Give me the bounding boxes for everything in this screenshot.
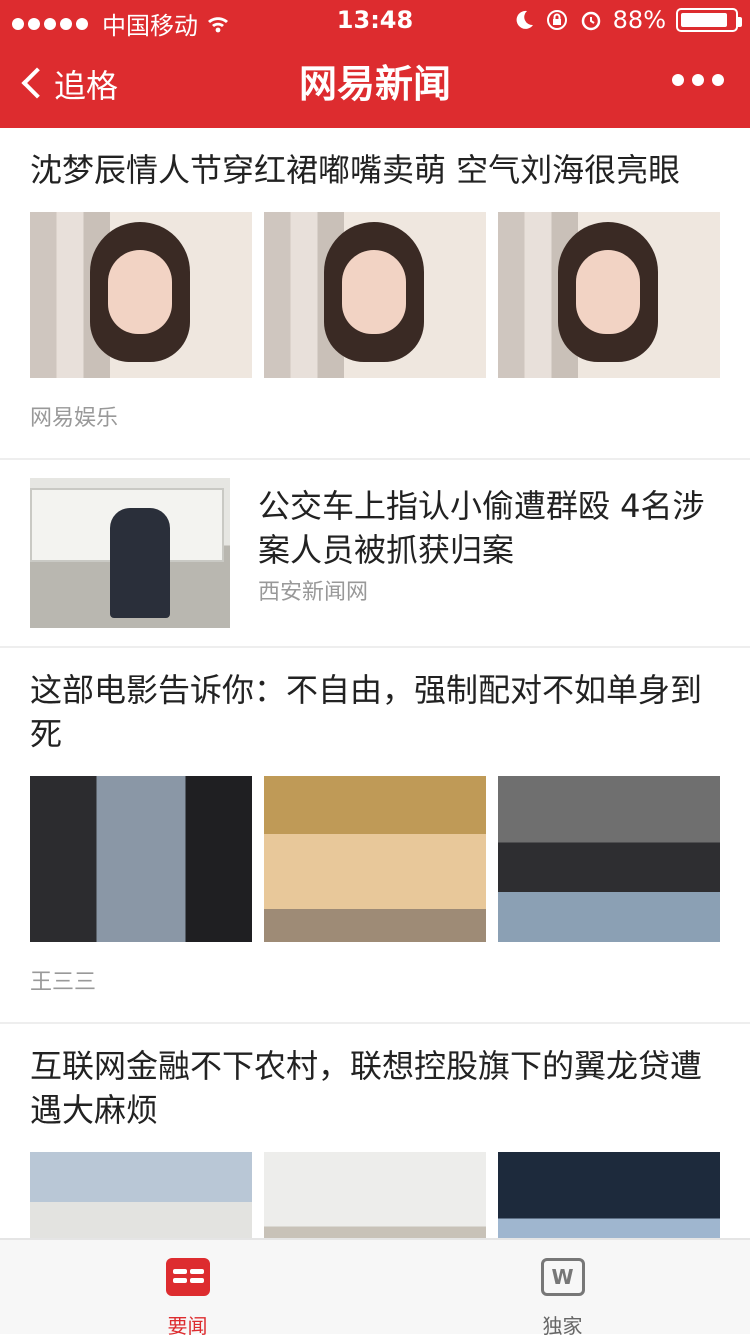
news-thumbnail[interactable] — [30, 478, 230, 628]
thumbnail-row — [0, 756, 750, 942]
news-thumbnail[interactable] — [264, 776, 486, 942]
battery-percent: 88% — [612, 6, 666, 34]
bookmark-icon — [540, 1258, 585, 1296]
news-title[interactable]: 互联网金融不下农村，联想控股旗下的翼龙贷遭遇大麻烦 — [0, 1024, 750, 1132]
battery-icon — [676, 8, 742, 32]
news-thumbnail[interactable] — [30, 776, 252, 942]
news-thumbnail[interactable] — [264, 212, 486, 378]
thumbnail-row — [0, 192, 750, 378]
news-title[interactable]: 这部电影告诉你：不自由，强制配对不如单身到死 — [0, 648, 750, 756]
news-item[interactable]: 互联网金融不下农村，联想控股旗下的翼龙贷遭遇大麻烦 — [0, 1024, 750, 1238]
news-title[interactable]: 沈梦辰情人节穿红裙嘟嘴卖萌 空气刘海很亮眼 — [0, 128, 750, 192]
header: 中国移动 13:48 88% 追格 网易新闻 — [0, 0, 750, 128]
news-thumbnail[interactable] — [264, 1152, 486, 1238]
news-thumbnail[interactable] — [30, 1152, 252, 1238]
news-item[interactable]: 公交车上指认小偷遭群殴 4名涉案人员被抓获归案 西安新闻网 — [0, 460, 750, 648]
thumbnail-row — [0, 1132, 750, 1238]
status-right: 88% — [513, 6, 742, 34]
tab-label: 独家 — [542, 1314, 583, 1338]
nav-bar: 追格 网易新闻 — [0, 40, 750, 128]
news-source: 西安新闻网 — [258, 580, 369, 605]
news-item[interactable]: 这部电影告诉你：不自由，强制配对不如单身到死 王三三 — [0, 648, 750, 1024]
news-source: 王三三 — [30, 970, 97, 995]
status-bar: 中国移动 13:48 88% — [0, 0, 750, 40]
news-source: 网易娱乐 — [30, 406, 119, 431]
moon-icon — [516, 10, 533, 29]
news-item[interactable]: 沈梦辰情人节穿红裙嘟嘴卖萌 空气刘海很亮眼 网易娱乐 — [0, 128, 750, 460]
tab-headlines[interactable]: 要闻 — [0, 1240, 375, 1338]
tab-bar: 要闻 独家 — [0, 1238, 750, 1338]
news-feed: 沈梦辰情人节穿红裙嘟嘴卖萌 空气刘海很亮眼 网易娱乐 公交车上指认小偷遭群殴 4… — [0, 128, 750, 1238]
news-icon — [165, 1258, 210, 1296]
tab-exclusive[interactable]: 独家 — [375, 1240, 750, 1338]
news-thumbnail[interactable] — [30, 212, 252, 378]
more-button[interactable] — [672, 74, 724, 86]
news-title[interactable]: 公交车上指认小偷遭群殴 4名涉案人员被抓获归案 — [258, 464, 750, 572]
rotation-lock-icon — [546, 10, 567, 30]
alarm-icon — [581, 11, 600, 31]
tab-label: 要闻 — [167, 1314, 208, 1338]
news-thumbnail[interactable] — [498, 212, 720, 378]
news-thumbnail[interactable] — [498, 1152, 720, 1238]
news-thumbnail[interactable] — [498, 776, 720, 942]
page-title: 网易新闻 — [298, 62, 451, 106]
